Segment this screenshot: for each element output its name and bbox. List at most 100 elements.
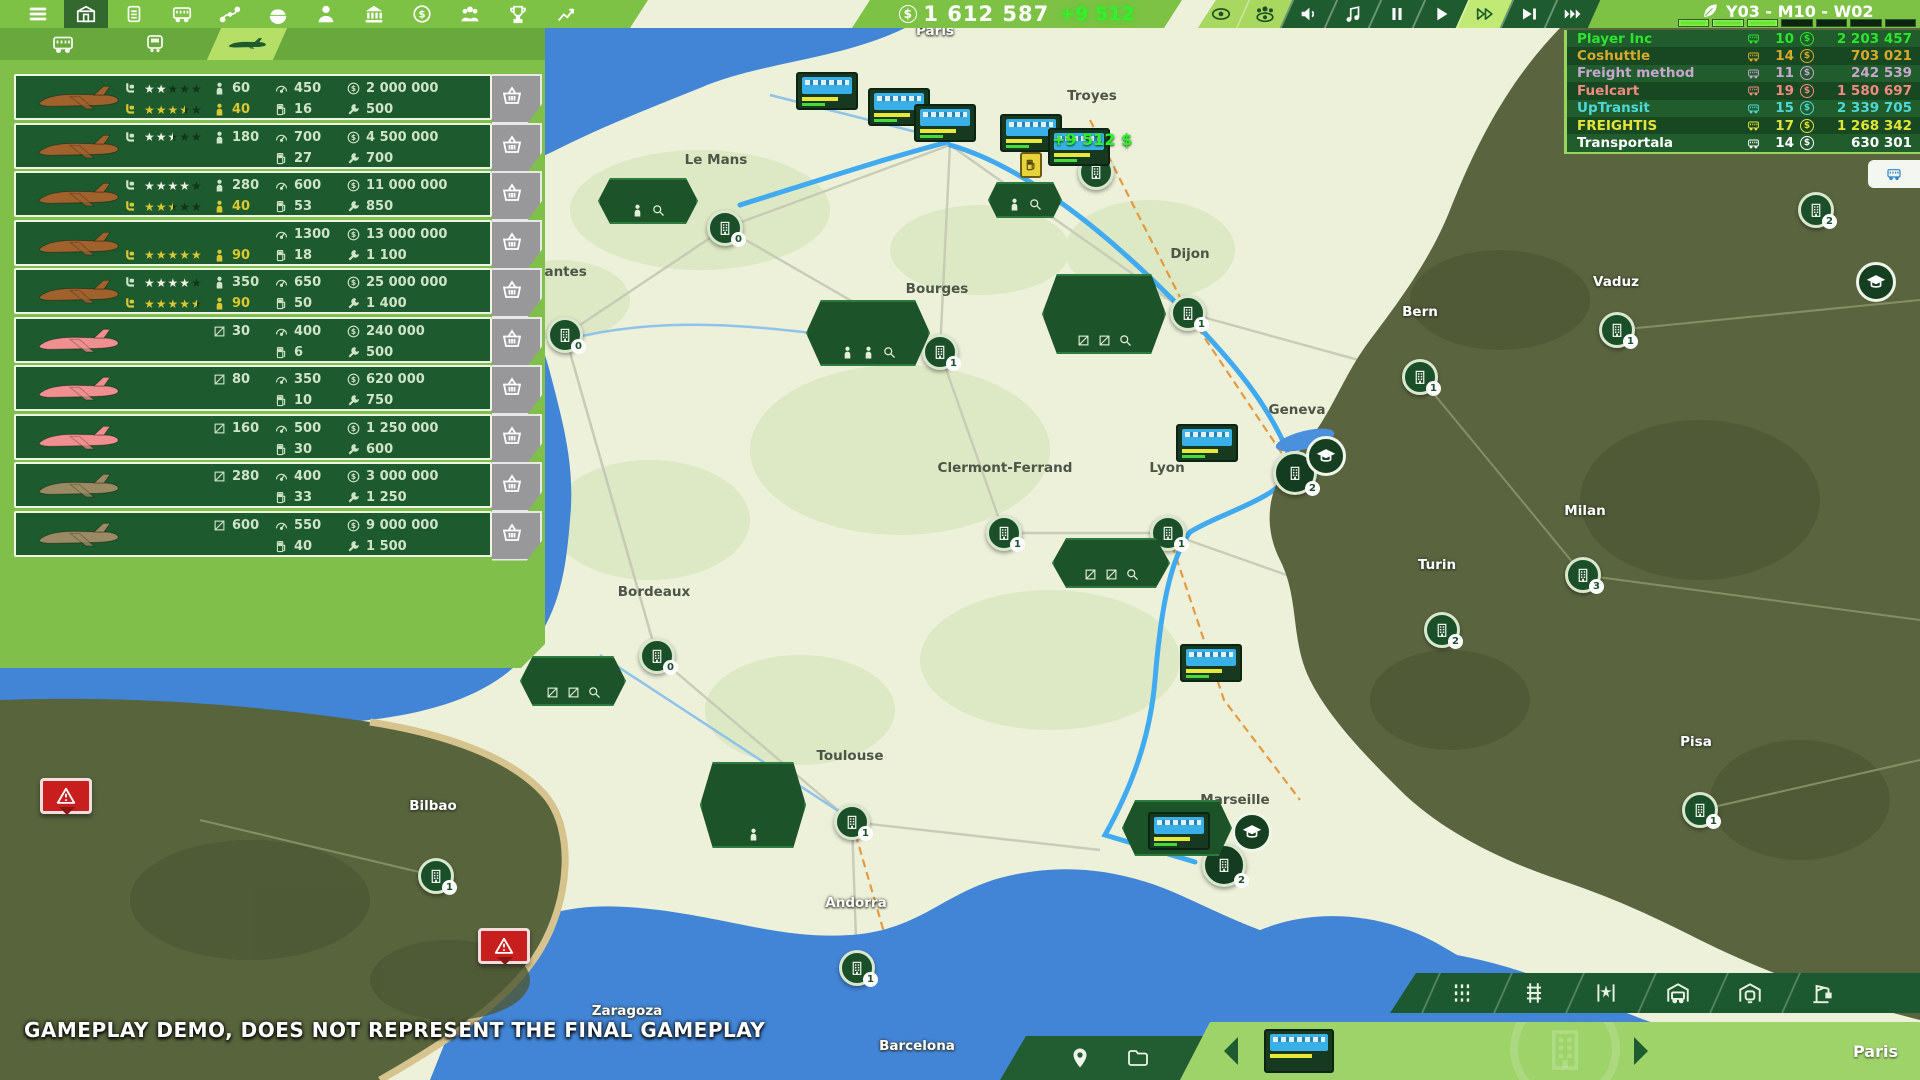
- station-count-badge: 1: [946, 356, 961, 371]
- fuel-station-marker[interactable]: [1020, 152, 1042, 178]
- build-bus-depot-button[interactable]: [1637, 973, 1717, 1013]
- aircraft-listing[interactable]: 280 400 33 3 000 000 1 250: [14, 462, 492, 508]
- warning-marker[interactable]: [40, 778, 92, 814]
- aircraft-listing[interactable]: 600 550 40 9 000 000 1 500: [14, 511, 492, 557]
- city-marker-clermont-ferrand[interactable]: 1: [986, 515, 1022, 551]
- bus-icon[interactable]: [160, 0, 204, 28]
- company-money: 2 339 705: [1820, 100, 1912, 116]
- warning-marker[interactable]: [478, 928, 530, 964]
- education-marker[interactable]: [1306, 436, 1346, 476]
- vehicle-card[interactable]: [914, 104, 976, 142]
- station-toulouse[interactable]: [700, 762, 806, 848]
- shop-tab-train[interactable]: [115, 28, 195, 60]
- fuel-value: 30: [294, 442, 312, 457]
- vehicle-card[interactable]: [1148, 812, 1210, 850]
- city-marker-bourges[interactable]: 1: [922, 334, 958, 370]
- build-crane-button[interactable]: [1781, 973, 1861, 1013]
- exchange-icon[interactable]: [400, 0, 444, 28]
- city-marker-bern[interactable]: 1: [1402, 359, 1438, 395]
- maintenance-value: 850: [366, 199, 393, 214]
- education-marker[interactable]: [1232, 812, 1272, 852]
- build-road-button[interactable]: [1421, 973, 1501, 1013]
- city-marker-dijon[interactable]: 1: [1170, 295, 1206, 331]
- buy-button[interactable]: [492, 171, 542, 221]
- aircraft-listing[interactable]: 30 400 6 240 000 500: [14, 317, 492, 363]
- company-money: 1 580 697: [1820, 83, 1912, 99]
- vehicle-progress-bar: [1154, 837, 1190, 841]
- aircraft-listing[interactable]: ★★★★★★★★★★ ★★★★★★★★★★ 350 90 650 50 25 0…: [14, 268, 492, 314]
- city-marker-toulouse[interactable]: 1: [834, 804, 870, 840]
- city-marker-milan[interactable]: 3: [1565, 557, 1601, 593]
- folder-icon[interactable]: [1126, 1046, 1150, 1070]
- trophy-icon[interactable]: [496, 0, 540, 28]
- vehicle-progress-bar: [1006, 139, 1042, 143]
- station-bordeaux[interactable]: [520, 656, 626, 706]
- station-bourges[interactable]: [806, 300, 930, 366]
- bank-icon[interactable]: [352, 0, 396, 28]
- vehicle-load-bar: [1182, 455, 1205, 458]
- city-marker-east-edge[interactable]: 2: [1798, 192, 1834, 228]
- city-marker-le-mans[interactable]: 0: [707, 210, 743, 246]
- stats-icon[interactable]: [544, 0, 588, 28]
- buy-button[interactable]: [492, 123, 542, 173]
- build-airport-button[interactable]: [1565, 973, 1645, 1013]
- city-marker-nantes[interactable]: 0: [547, 317, 583, 353]
- vehicle-side-tab[interactable]: [1868, 160, 1920, 188]
- leaderboard-row[interactable]: FREIGHTIS 17 $ 1 268 342: [1567, 117, 1920, 134]
- station-dijon[interactable]: [1042, 274, 1166, 354]
- documents-icon[interactable]: [112, 0, 156, 28]
- crowd-icon[interactable]: [448, 0, 492, 28]
- shop-tab-plane[interactable]: [207, 28, 287, 60]
- station-clermont[interactable]: [1052, 538, 1170, 588]
- pilot-cap-icon[interactable]: [256, 0, 300, 28]
- leaderboard-row[interactable]: UpTransit 15 $ 2 339 705: [1567, 100, 1920, 117]
- buy-button[interactable]: [492, 268, 542, 318]
- city-marker-turin[interactable]: 2: [1424, 612, 1460, 648]
- speed-value: 600: [294, 178, 321, 193]
- buy-button[interactable]: [492, 317, 542, 367]
- shop-tab-bus[interactable]: [23, 28, 103, 60]
- aircraft-listing[interactable]: ★★★★★★★★★★ 180 700 27 4 500 000 700: [14, 123, 492, 169]
- city-marker-bilbao[interactable]: 1: [418, 858, 454, 894]
- buy-button[interactable]: [492, 365, 542, 415]
- vehicle-card[interactable]: [1180, 644, 1242, 682]
- pin-icon[interactable]: [1068, 1046, 1092, 1070]
- depot-icon[interactable]: [64, 0, 108, 28]
- selected-vehicle-card[interactable]: [1264, 1029, 1334, 1073]
- city-marker-bordeaux[interactable]: 0: [639, 638, 675, 674]
- leaderboard-row[interactable]: Fuelcart 19 $ 1 580 697: [1567, 82, 1920, 99]
- station-paris-a[interactable]: [988, 182, 1062, 218]
- city-marker-pisa[interactable]: 1: [1682, 792, 1718, 828]
- rating-stars: ★★★★★★★★★★: [144, 180, 203, 192]
- leaderboard-row[interactable]: Freight method 11 $ 242 539: [1567, 65, 1920, 82]
- buy-button[interactable]: [492, 220, 542, 270]
- buy-button[interactable]: [492, 74, 542, 124]
- vehicle-card[interactable]: [796, 72, 858, 110]
- vehicle-card[interactable]: [1176, 424, 1238, 462]
- prev-vehicle-button[interactable]: [1224, 1037, 1238, 1065]
- aircraft-listing[interactable]: ★★★★★★★★★★ ★★★★★★★★★★ 280 40 600 53 11 0…: [14, 171, 492, 217]
- aircraft-listing[interactable]: 80 350 10 620 000 750: [14, 365, 492, 411]
- speed-value: 400: [294, 324, 321, 339]
- build-train-depot-button[interactable]: [1709, 973, 1789, 1013]
- city-marker-andorra[interactable]: 1: [839, 950, 875, 986]
- city-marker-vaduz[interactable]: 1: [1599, 312, 1635, 348]
- staff-icon[interactable]: [304, 0, 348, 28]
- buy-button[interactable]: [492, 462, 542, 512]
- build-rail-button[interactable]: [1493, 973, 1573, 1013]
- education-marker[interactable]: [1856, 262, 1896, 302]
- station-le-mans[interactable]: [598, 178, 698, 224]
- leaderboard-row[interactable]: Player Inc 10 $ 2 203 457: [1567, 30, 1920, 47]
- aircraft-listing[interactable]: ★★★★★★★★★★ ★★★★★★★★★★ 60 40 450 16 2 000…: [14, 74, 492, 120]
- aircraft-listing[interactable]: ★★★★★★★★★★ 90 1300 18 13 000 000 1 100: [14, 220, 492, 266]
- menu-icon[interactable]: [16, 0, 60, 28]
- next-vehicle-button[interactable]: [1634, 1037, 1648, 1065]
- aircraft-listing[interactable]: 160 500 30 1 250 000 600: [14, 414, 492, 460]
- leaderboard-row[interactable]: Coshuttle 14 $ 703 021: [1567, 47, 1920, 64]
- leaderboard-row[interactable]: Transportala 14 $ 630 301: [1567, 134, 1920, 151]
- maintenance-value: 700: [366, 151, 393, 166]
- buy-button[interactable]: [492, 414, 542, 464]
- routes-icon[interactable]: [208, 0, 252, 28]
- buy-button[interactable]: [492, 511, 542, 561]
- speed-value: 350: [294, 372, 321, 387]
